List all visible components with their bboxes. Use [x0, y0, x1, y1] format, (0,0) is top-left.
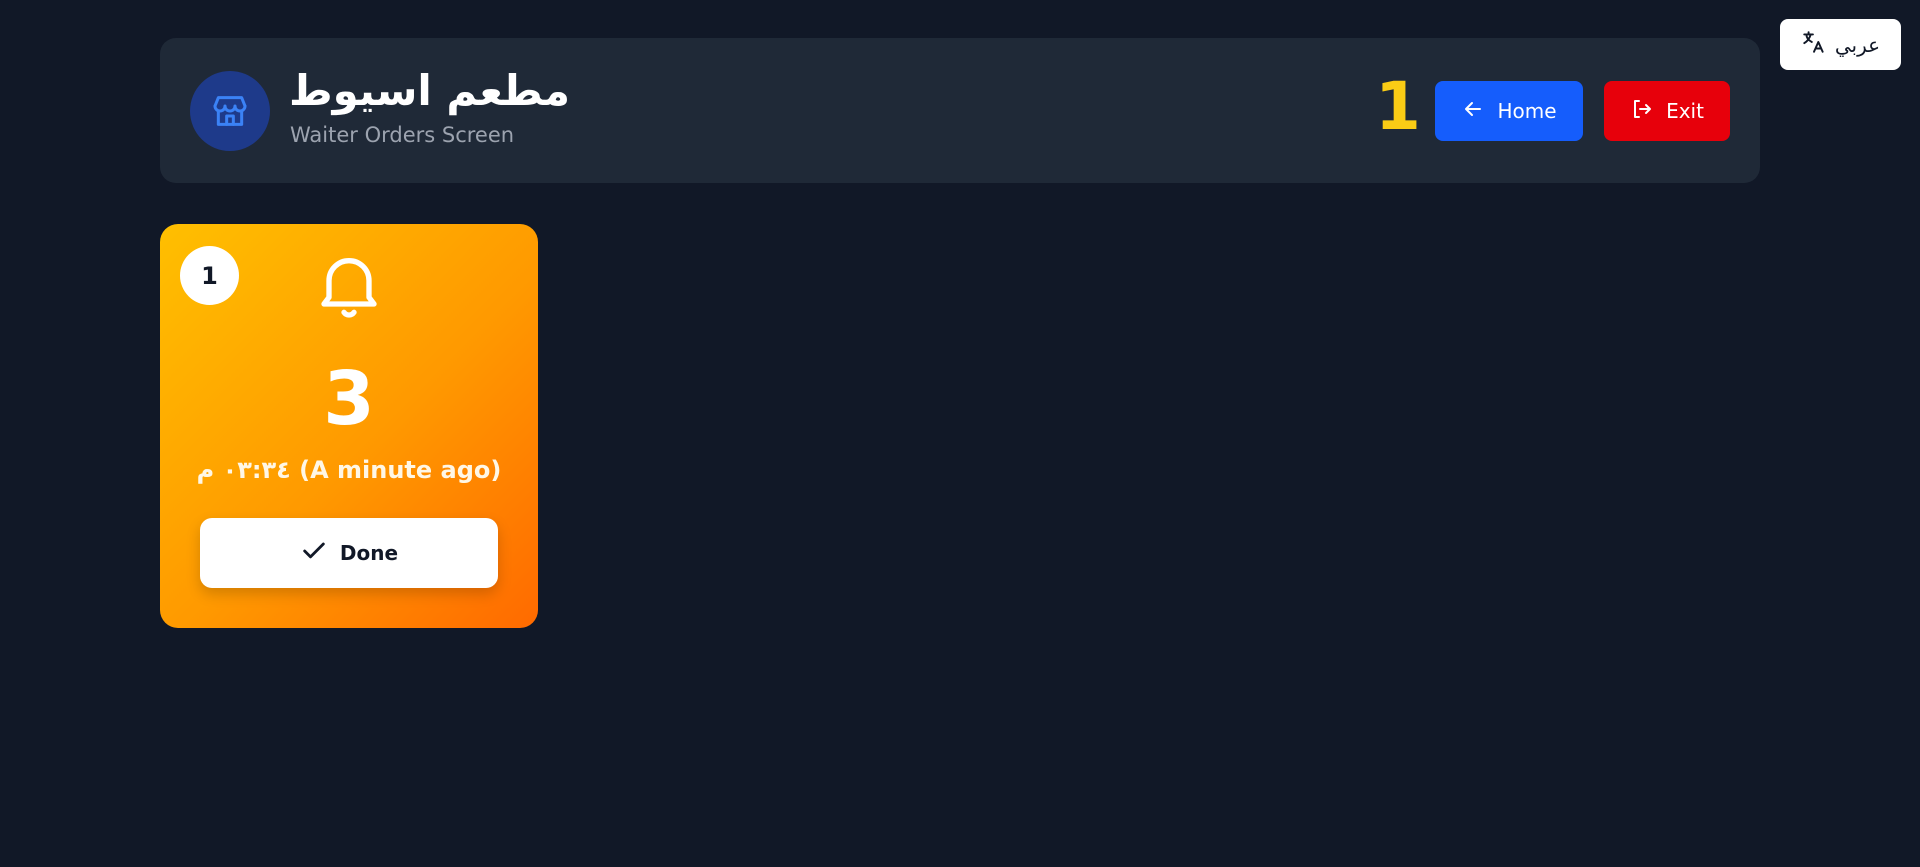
exit-button-label: Exit [1666, 99, 1704, 123]
order-time: ٠٣:٣٤ م (A minute ago) [196, 456, 502, 484]
language-toggle-button[interactable]: عربي [1780, 19, 1901, 70]
done-button[interactable]: Done [200, 518, 498, 588]
pending-orders-count: 1 [1375, 68, 1421, 145]
language-toggle-label: عربي [1834, 32, 1881, 57]
done-button-label: Done [339, 541, 399, 565]
order-card: 1 3 ٠٣:٣٤ م (A minute ago) Done [160, 224, 538, 628]
home-button[interactable]: Home [1435, 81, 1583, 141]
restaurant-title: مطعم اسيوط [289, 66, 570, 115]
table-number: 3 [323, 356, 375, 442]
exit-button[interactable]: Exit [1604, 81, 1730, 141]
bell-icon [321, 258, 377, 318]
home-button-label: Home [1497, 99, 1557, 123]
header-bar: مطعم اسيوط Waiter Orders Screen 1 Home E… [160, 38, 1760, 183]
translate-icon [1801, 29, 1827, 60]
order-badge: 1 [180, 246, 239, 305]
check-icon [300, 537, 328, 570]
screen-subtitle: Waiter Orders Screen [290, 123, 515, 147]
arrow-left-icon [1461, 97, 1485, 126]
store-icon [190, 71, 270, 151]
log-out-icon [1630, 97, 1654, 126]
